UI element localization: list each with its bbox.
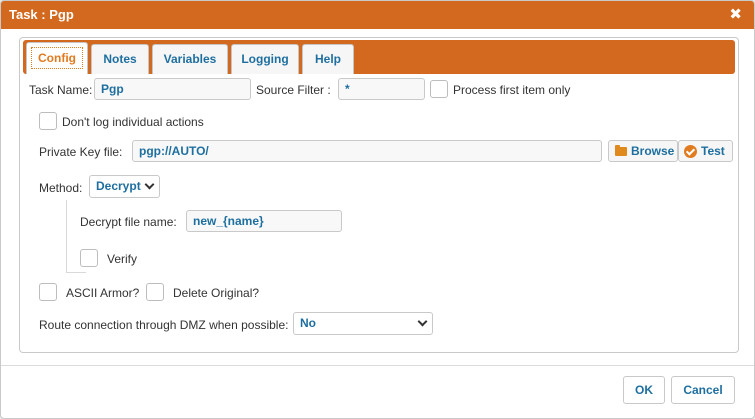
tab-config-label: Config — [31, 47, 83, 69]
chevron-down-icon — [417, 316, 428, 327]
decrypt-name-label: Decrypt file name: — [80, 215, 177, 229]
browse-button[interactable]: Browse — [608, 140, 678, 162]
tab-bar: Config Notes Variables Logging Help — [23, 40, 735, 74]
footer-divider — [1, 365, 754, 366]
folder-icon — [615, 145, 627, 156]
close-icon[interactable]: ✖ — [729, 5, 742, 23]
browse-label: Browse — [631, 144, 675, 158]
dont-log-label: Don't log individual actions — [62, 115, 204, 129]
source-filter-label: Source Filter : — [256, 83, 331, 97]
tab-help[interactable]: Help — [302, 44, 354, 74]
ascii-armor-label: ASCII Armor? — [66, 286, 140, 300]
test-button[interactable]: Test — [678, 140, 733, 162]
dialog-title: Task : Pgp — [9, 7, 74, 22]
method-value: Decrypt — [96, 179, 141, 193]
method-select[interactable]: Decrypt — [89, 175, 160, 198]
task-dialog: Task : Pgp ✖ Config Notes Variables Logg… — [0, 0, 755, 419]
process-first-label: Process first item only — [453, 83, 571, 97]
ascii-armor-checkbox[interactable] — [39, 283, 57, 301]
dmz-value: No — [300, 316, 316, 330]
decrypt-name-input[interactable]: new_{name} — [186, 210, 342, 232]
tab-variables[interactable]: Variables — [152, 44, 228, 74]
config-panel: Config Notes Variables Logging Help Task… — [19, 37, 739, 353]
dmz-select[interactable]: No — [293, 312, 433, 335]
check-circle-icon — [684, 145, 697, 158]
tab-logging[interactable]: Logging — [231, 44, 299, 74]
section-indent-foot — [66, 272, 86, 273]
verify-label: Verify — [107, 252, 138, 266]
method-label: Method: — [39, 181, 83, 195]
private-key-label: Private Key file: — [39, 145, 123, 159]
source-filter-input[interactable]: * — [338, 78, 425, 100]
private-key-input[interactable]: pgp://AUTO/ — [132, 140, 602, 162]
verify-checkbox[interactable] — [80, 249, 98, 267]
dmz-label: Route connection through DMZ when possib… — [39, 318, 289, 332]
cancel-button[interactable]: Cancel — [671, 376, 735, 404]
section-indent-line — [66, 200, 67, 272]
ok-button[interactable]: OK — [623, 376, 665, 404]
chevron-down-icon — [144, 179, 155, 190]
tab-config[interactable]: Config — [26, 42, 88, 74]
process-first-checkbox[interactable] — [430, 80, 448, 98]
dont-log-checkbox[interactable] — [39, 112, 57, 130]
tab-notes[interactable]: Notes — [91, 44, 149, 74]
delete-original-label: Delete Original? — [173, 286, 260, 300]
delete-original-checkbox[interactable] — [146, 283, 164, 301]
task-name-input[interactable]: Pgp — [94, 78, 251, 100]
task-name-label: Task Name: — [29, 83, 93, 97]
test-label: Test — [701, 144, 725, 158]
dialog-titlebar[interactable]: Task : Pgp ✖ — [1, 1, 754, 29]
